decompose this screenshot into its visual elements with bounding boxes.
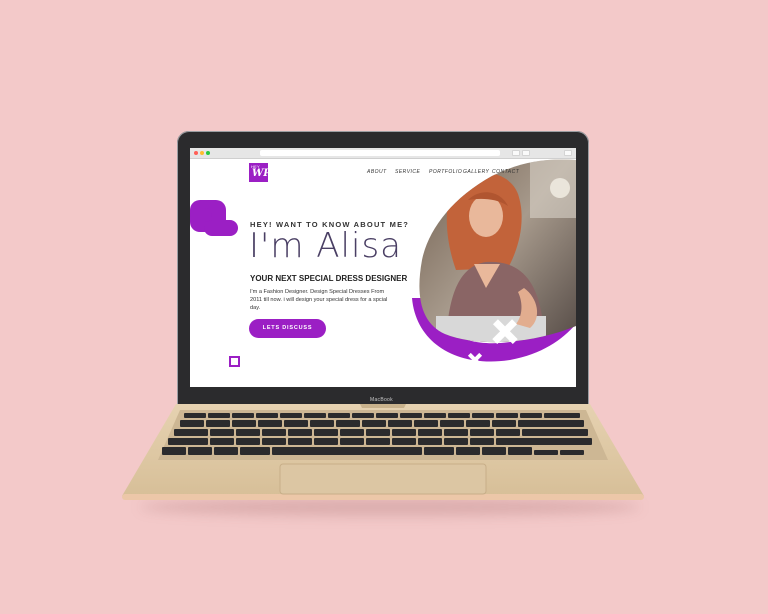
profile-photo bbox=[419, 159, 576, 343]
website-screen: HEY WP ABOUT SERVICE PORTFOLIO GALLERY C… bbox=[190, 148, 576, 387]
nav-item-service[interactable]: SERVICE bbox=[395, 169, 420, 175]
cloud-shape bbox=[190, 200, 238, 236]
hero-name: I'm Alisa bbox=[249, 226, 403, 266]
lets-discuss-button[interactable]: LETS DISCUSS bbox=[249, 319, 326, 338]
nav-item-contact[interactable]: CONTACT bbox=[492, 169, 519, 175]
trackpad bbox=[279, 463, 487, 495]
device-brand-label: MacBook bbox=[370, 397, 393, 403]
logo-main-text: WP bbox=[252, 168, 271, 179]
square-decoration bbox=[229, 356, 240, 367]
laptop-base bbox=[122, 404, 644, 500]
site-logo[interactable]: HEY WP bbox=[249, 163, 271, 182]
nav-item-portfolio[interactable]: PORTFOLIO bbox=[429, 169, 462, 175]
hero-artwork bbox=[190, 159, 576, 368]
hero-description: I'm a Fashion Designer. Design Special D… bbox=[250, 289, 388, 311]
nav-item-gallery[interactable]: GALLERY bbox=[463, 169, 489, 175]
hero-role: YOUR NEXT SPECIAL DRESS DESIGNER bbox=[250, 274, 408, 283]
nav-item-about[interactable]: ABOUT bbox=[367, 169, 387, 175]
